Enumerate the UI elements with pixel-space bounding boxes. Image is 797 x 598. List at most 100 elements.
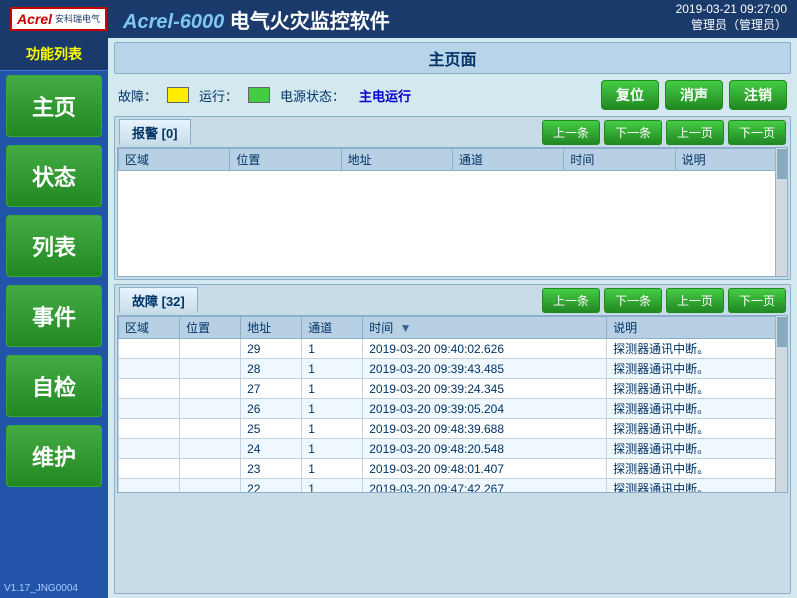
fault-cell-zone xyxy=(119,459,180,479)
page-title: 主页面 xyxy=(114,42,791,74)
fault-cell-location xyxy=(180,459,241,479)
table-row: 2412019-03-20 09:48:20.548探测器通讯中断。 xyxy=(119,439,787,459)
fault-prev-page[interactable]: 上一页 xyxy=(666,288,724,313)
power-status: 主电运行 xyxy=(359,86,411,105)
fault-cell-location xyxy=(180,339,241,359)
alert-table: 区域 位置 地址 通道 时间 说明 xyxy=(118,148,787,171)
fault-cell-desc: 探测器通讯中断。 xyxy=(607,399,787,419)
top-bar: Acrel 安科瑞电气 Acrel-6000 电气火灾监控软件 2019-03-… xyxy=(0,0,797,38)
fault-cell-location xyxy=(180,359,241,379)
alert-tab[interactable]: 报警 [0] xyxy=(119,119,191,145)
fault-cell-channel: 1 xyxy=(302,359,363,379)
sidebar-item-list[interactable]: 列表 xyxy=(6,215,102,277)
reset-button[interactable]: 复位 xyxy=(601,80,659,110)
sidebar-item-selfcheck[interactable]: 自检 xyxy=(6,355,102,417)
content-area: 主页面 故障： 运行： 电源状态： 主电运行 复位 消声 注销 报警 [0] 上… xyxy=(108,38,797,598)
fault-cell-zone xyxy=(119,359,180,379)
fault-cell-desc: 探测器通讯中断。 xyxy=(607,459,787,479)
alert-scrollbar-thumb[interactable] xyxy=(777,149,787,179)
fault-cell-time: 2019-03-20 09:39:05.204 xyxy=(363,399,607,419)
fault-tab[interactable]: 故障 [32] xyxy=(119,287,198,313)
fault-cell-time: 2019-03-20 09:48:01.407 xyxy=(363,459,607,479)
table-row: 2212019-03-20 09:47:42.267探测器通讯中断。 xyxy=(119,479,787,494)
fault-next-page[interactable]: 下一页 xyxy=(728,288,786,313)
fault-cell-desc: 探测器通讯中断。 xyxy=(607,359,787,379)
fault-col-desc: 说明 xyxy=(607,317,787,339)
sidebar-item-events[interactable]: 事件 xyxy=(6,285,102,347)
fault-cell-addr: 25 xyxy=(241,419,302,439)
cancel-button[interactable]: 注销 xyxy=(729,80,787,110)
fault-cell-time: 2019-03-20 09:39:24.345 xyxy=(363,379,607,399)
sidebar-item-maintenance[interactable]: 维护 xyxy=(6,425,102,487)
fault-cell-addr: 29 xyxy=(241,339,302,359)
app-subtitle: 电气火灾监控软件 xyxy=(224,11,390,33)
table-row: 2512019-03-20 09:48:39.688探测器通讯中断。 xyxy=(119,419,787,439)
alert-nav-buttons: 上一条 下一条 上一页 下一页 xyxy=(542,120,786,145)
fault-cell-location xyxy=(180,399,241,419)
action-buttons: 复位 消声 注销 xyxy=(601,80,787,110)
datetime-area: 2019-03-21 09:27:00 管理员（管理员） xyxy=(676,2,787,33)
fault-col-channel: 通道 xyxy=(302,317,363,339)
sidebar-item-status[interactable]: 状态 xyxy=(6,145,102,207)
fault-cell-channel: 1 xyxy=(302,439,363,459)
status-row: 故障： 运行： 电源状态： 主电运行 复位 消声 注销 xyxy=(114,78,791,112)
datetime: 2019-03-21 09:27:00 xyxy=(676,2,787,16)
fault-table-container: 区域 位置 地址 通道 时间 ▼ 说明 2912019-03-20 09:40:… xyxy=(117,315,788,493)
sidebar-title: 功能列表 xyxy=(0,38,108,71)
fault-cell-channel: 1 xyxy=(302,419,363,439)
fault-cell-location xyxy=(180,479,241,494)
fault-scrollbar-thumb[interactable] xyxy=(777,317,787,347)
logo-box: Acrel 安科瑞电气 xyxy=(10,7,107,31)
alert-scrollbar[interactable] xyxy=(775,148,787,276)
alert-table-container: 区域 位置 地址 通道 时间 说明 xyxy=(117,147,788,277)
alert-panel: 报警 [0] 上一条 下一条 上一页 下一页 区域 位置 地址 通道 xyxy=(114,116,791,280)
version-label: V1.17_JNG0004 xyxy=(0,579,108,598)
fault-cell-addr: 24 xyxy=(241,439,302,459)
fault-prev-item[interactable]: 上一条 xyxy=(542,288,600,313)
fault-scrollbar[interactable] xyxy=(775,316,787,492)
fault-col-zone: 区域 xyxy=(119,317,180,339)
fault-cell-desc: 探测器通讯中断。 xyxy=(607,379,787,399)
alert-next-item[interactable]: 下一条 xyxy=(604,120,662,145)
sort-arrow-time: ▼ xyxy=(400,321,412,335)
fault-cell-zone xyxy=(119,419,180,439)
fault-cell-desc: 探测器通讯中断。 xyxy=(607,439,787,459)
fault-cell-time: 2019-03-20 09:47:42.267 xyxy=(363,479,607,494)
mute-button[interactable]: 消声 xyxy=(665,80,723,110)
main-layout: 功能列表 主页 状态 列表 事件 自检 维护 V1.17_JNG0004 主页面… xyxy=(0,38,797,598)
logo-acrel: Acrel xyxy=(17,11,52,27)
fault-col-location: 位置 xyxy=(180,317,241,339)
fault-cell-addr: 22 xyxy=(241,479,302,494)
fault-tbody: 2912019-03-20 09:40:02.626探测器通讯中断。281201… xyxy=(119,339,787,494)
table-row: 2812019-03-20 09:39:43.485探测器通讯中断。 xyxy=(119,359,787,379)
alert-col-channel: 通道 xyxy=(452,149,563,171)
logo-sub: 安科瑞电气 xyxy=(55,15,100,24)
fault-cell-desc: 探测器通讯中断。 xyxy=(607,339,787,359)
fault-indicator xyxy=(167,87,189,103)
power-label: 电源状态： xyxy=(280,86,345,105)
fault-cell-addr: 26 xyxy=(241,399,302,419)
fault-cell-channel: 1 xyxy=(302,339,363,359)
fault-cell-time: 2019-03-20 09:48:39.688 xyxy=(363,419,607,439)
alert-prev-page[interactable]: 上一页 xyxy=(666,120,724,145)
sidebar-item-home[interactable]: 主页 xyxy=(6,75,102,137)
table-row: 2912019-03-20 09:40:02.626探测器通讯中断。 xyxy=(119,339,787,359)
fault-tab-row: 故障 [32] 上一条 下一条 上一页 下一页 xyxy=(117,287,788,313)
fault-cell-zone xyxy=(119,439,180,459)
fault-table: 区域 位置 地址 通道 时间 ▼ 说明 2912019-03-20 09:40:… xyxy=(118,316,787,493)
fault-cell-addr: 23 xyxy=(241,459,302,479)
run-label: 运行： xyxy=(199,86,238,105)
alert-prev-item[interactable]: 上一条 xyxy=(542,120,600,145)
fault-col-time: 时间 ▼ xyxy=(363,317,607,339)
fault-col-addr: 地址 xyxy=(241,317,302,339)
fault-cell-location xyxy=(180,379,241,399)
alert-col-desc: 说明 xyxy=(675,149,786,171)
fault-next-item[interactable]: 下一条 xyxy=(604,288,662,313)
fault-cell-zone xyxy=(119,379,180,399)
alert-next-page[interactable]: 下一页 xyxy=(728,120,786,145)
run-indicator xyxy=(248,87,270,103)
fault-cell-desc: 探测器通讯中断。 xyxy=(607,479,787,494)
sidebar: 功能列表 主页 状态 列表 事件 自检 维护 V1.17_JNG0004 xyxy=(0,38,108,598)
fault-cell-channel: 1 xyxy=(302,459,363,479)
alert-col-time: 时间 xyxy=(564,149,675,171)
